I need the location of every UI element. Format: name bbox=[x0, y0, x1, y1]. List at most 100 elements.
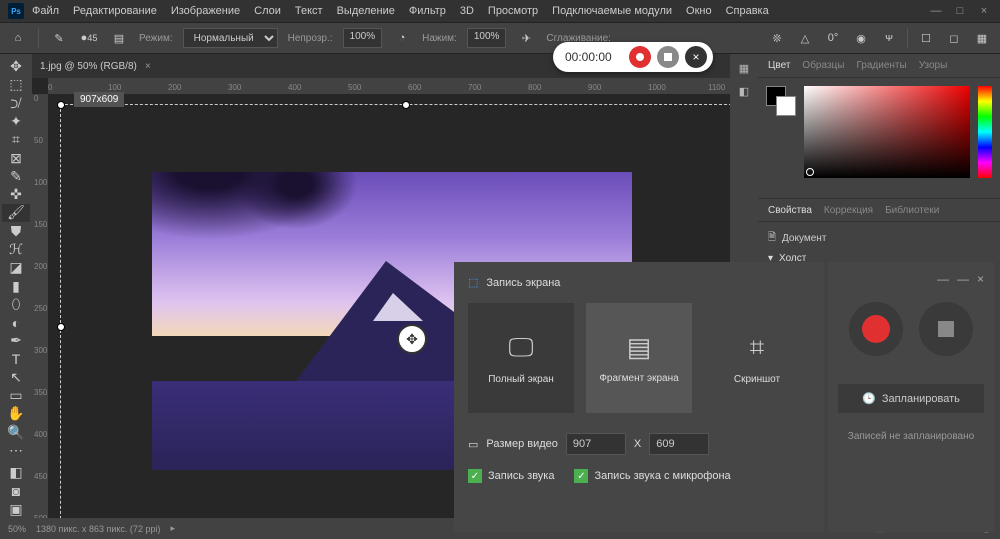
menu-просмотр[interactable]: Просмотр bbox=[488, 5, 538, 17]
eyedropper-tool[interactable]: ✎ bbox=[2, 168, 30, 185]
move-tool[interactable]: ✥ bbox=[2, 58, 30, 75]
zoom-tool[interactable]: 🔍 bbox=[2, 424, 30, 441]
brush-icon[interactable]: ✎ bbox=[49, 28, 69, 48]
mic-label: Запись звука с микрофона bbox=[594, 470, 730, 482]
tab-color[interactable]: Цвет bbox=[768, 60, 790, 71]
screen-mode[interactable]: ▣ bbox=[2, 501, 30, 518]
record-button[interactable] bbox=[629, 46, 651, 68]
hue-slider[interactable] bbox=[978, 86, 992, 178]
menu-текст[interactable]: Текст bbox=[295, 5, 323, 17]
big-stop-button[interactable] bbox=[919, 302, 973, 356]
checkbox-mic[interactable]: ✓Запись звука с микрофона bbox=[574, 469, 730, 483]
screen-record-dialog: ⬚Запись экрана 🖵 Полный экран ▤ Фрагмент… bbox=[454, 262, 824, 532]
frame-tool[interactable]: ⊠ bbox=[2, 149, 30, 166]
menu-выделение[interactable]: Выделение bbox=[337, 5, 395, 17]
marquee-tool[interactable]: ⬚ bbox=[2, 76, 30, 93]
status-arrow-icon[interactable]: ▸ bbox=[170, 523, 175, 534]
angle-value[interactable]: 0° bbox=[823, 28, 843, 48]
butterfly-icon[interactable]: ᴪ bbox=[879, 28, 899, 48]
menu-справка[interactable]: Справка bbox=[726, 5, 769, 17]
handle-ml[interactable] bbox=[57, 323, 65, 331]
type-tool[interactable]: T bbox=[2, 351, 30, 368]
pen-tool[interactable]: ✒ bbox=[2, 332, 30, 349]
menu-3d[interactable]: 3D bbox=[460, 5, 474, 17]
tab-gradients[interactable]: Градиенты bbox=[856, 60, 906, 71]
brush-tool[interactable]: 🖌 bbox=[2, 204, 30, 221]
maximize-button[interactable]: □ bbox=[952, 5, 968, 17]
heal-tool[interactable]: ✜ bbox=[2, 186, 30, 203]
stamp-tool[interactable]: ⛊ bbox=[2, 223, 30, 240]
tab-adjustments[interactable]: Коррекция bbox=[824, 205, 873, 216]
blur-tool[interactable]: ⬯ bbox=[2, 296, 30, 313]
lasso-tool[interactable]: ⟉ bbox=[2, 95, 30, 112]
menu-фильтр[interactable]: Фильтр bbox=[409, 5, 446, 17]
brush-panel-icon[interactable]: ▤ bbox=[109, 28, 129, 48]
angle-icon[interactable]: △ bbox=[795, 28, 815, 48]
search-icon[interactable]: ◻ bbox=[944, 28, 964, 48]
share-icon[interactable]: ☐ bbox=[916, 28, 936, 48]
quick-mask[interactable]: ◙ bbox=[2, 482, 30, 499]
menu-редактирование[interactable]: Редактирование bbox=[73, 5, 157, 17]
schedule-button[interactable]: 🕒 Запланировать bbox=[838, 384, 984, 413]
recbar-close-button[interactable]: × bbox=[685, 46, 707, 68]
home-icon[interactable]: ⌂ bbox=[8, 28, 28, 48]
dock-icon-1[interactable]: ▦ bbox=[739, 62, 749, 75]
opacity-value[interactable]: 100% bbox=[343, 28, 383, 48]
dialog-title: Запись экрана bbox=[486, 277, 560, 289]
zoom-level[interactable]: 50% bbox=[8, 524, 26, 534]
tab-swatches[interactable]: Образцы bbox=[802, 60, 844, 71]
pressure-opacity-icon[interactable]: ◔ bbox=[392, 28, 412, 48]
stop-button[interactable] bbox=[657, 46, 679, 68]
option-fragment[interactable]: ▤ Фрагмент экрана bbox=[586, 303, 692, 413]
width-input[interactable] bbox=[566, 433, 626, 455]
airbrush-icon[interactable]: ✈ bbox=[516, 28, 536, 48]
more-tools[interactable]: ⋯ bbox=[2, 442, 30, 459]
dodge-tool[interactable]: ◐ bbox=[2, 314, 30, 331]
handle-tc[interactable] bbox=[402, 101, 410, 109]
shape-tool[interactable]: ▭ bbox=[2, 387, 30, 404]
option-fragment-label: Фрагмент экрана bbox=[599, 373, 678, 384]
history-brush-tool[interactable]: ℋ bbox=[2, 241, 30, 258]
path-tool[interactable]: ↖ bbox=[2, 369, 30, 386]
hand-tool[interactable]: ✋ bbox=[2, 405, 30, 422]
dock-icon-2[interactable]: ◧ bbox=[739, 85, 749, 98]
clock-icon: 🕒 bbox=[862, 392, 876, 405]
color-swap[interactable]: ◧ bbox=[2, 464, 30, 481]
panel-minimize-icon[interactable]: — bbox=[937, 272, 949, 286]
eraser-tool[interactable]: ◪ bbox=[2, 259, 30, 276]
menu-окно[interactable]: Окно bbox=[686, 5, 712, 17]
menu-подключаемые модули[interactable]: Подключаемые модули bbox=[552, 5, 672, 17]
color-swatch[interactable] bbox=[766, 86, 796, 116]
wand-tool[interactable]: ✦ bbox=[2, 113, 30, 130]
option-screenshot[interactable]: ⌗ Скриншот bbox=[704, 303, 810, 413]
pressure-icon[interactable]: ◉ bbox=[851, 28, 871, 48]
gradient-tool[interactable]: ▮ bbox=[2, 277, 30, 294]
blend-mode-select[interactable]: Нормальный bbox=[183, 28, 278, 48]
panel-close-icon[interactable]: × bbox=[977, 272, 984, 286]
menu-файл[interactable]: Файл bbox=[32, 5, 59, 17]
minimize-button[interactable]: — bbox=[928, 5, 944, 17]
symmetry-icon[interactable]: ❊ bbox=[767, 28, 787, 48]
option-fullscreen[interactable]: 🖵 Полный экран bbox=[468, 303, 574, 413]
tab-patterns[interactable]: Узоры bbox=[919, 60, 948, 71]
tab-properties[interactable]: Свойства bbox=[768, 205, 812, 216]
tab-close-icon[interactable]: × bbox=[145, 61, 151, 72]
menu-слои[interactable]: Слои bbox=[254, 5, 281, 17]
toolbox: ✥ ⬚ ⟉ ✦ ⌗ ⊠ ✎ ✜ 🖌 ⛊ ℋ ◪ ▮ ⬯ ◐ ✒ T ↖ ▭ ✋ … bbox=[0, 54, 32, 518]
workspace-icon[interactable]: ▦ bbox=[972, 28, 992, 48]
menu-изображение[interactable]: Изображение bbox=[171, 5, 240, 17]
height-input[interactable] bbox=[649, 433, 709, 455]
handle-tl[interactable] bbox=[57, 101, 65, 109]
recording-toolbar[interactable]: 00:00:00 × bbox=[553, 42, 713, 72]
color-picker[interactable] bbox=[804, 86, 970, 178]
panel-restore-icon[interactable]: — bbox=[957, 272, 969, 286]
big-record-button[interactable] bbox=[849, 302, 903, 356]
close-button[interactable]: × bbox=[976, 5, 992, 17]
tab-libraries[interactable]: Библиотеки bbox=[885, 205, 939, 216]
flow-value[interactable]: 100% bbox=[467, 28, 507, 48]
ruler-vertical: 050100150200250300350400450500 bbox=[32, 94, 48, 518]
picker-cursor[interactable] bbox=[806, 168, 814, 176]
brush-preset[interactable]: ●45 bbox=[79, 28, 99, 48]
crop-tool[interactable]: ⌗ bbox=[2, 131, 30, 148]
checkbox-audio[interactable]: ✓Запись звука bbox=[468, 469, 554, 483]
